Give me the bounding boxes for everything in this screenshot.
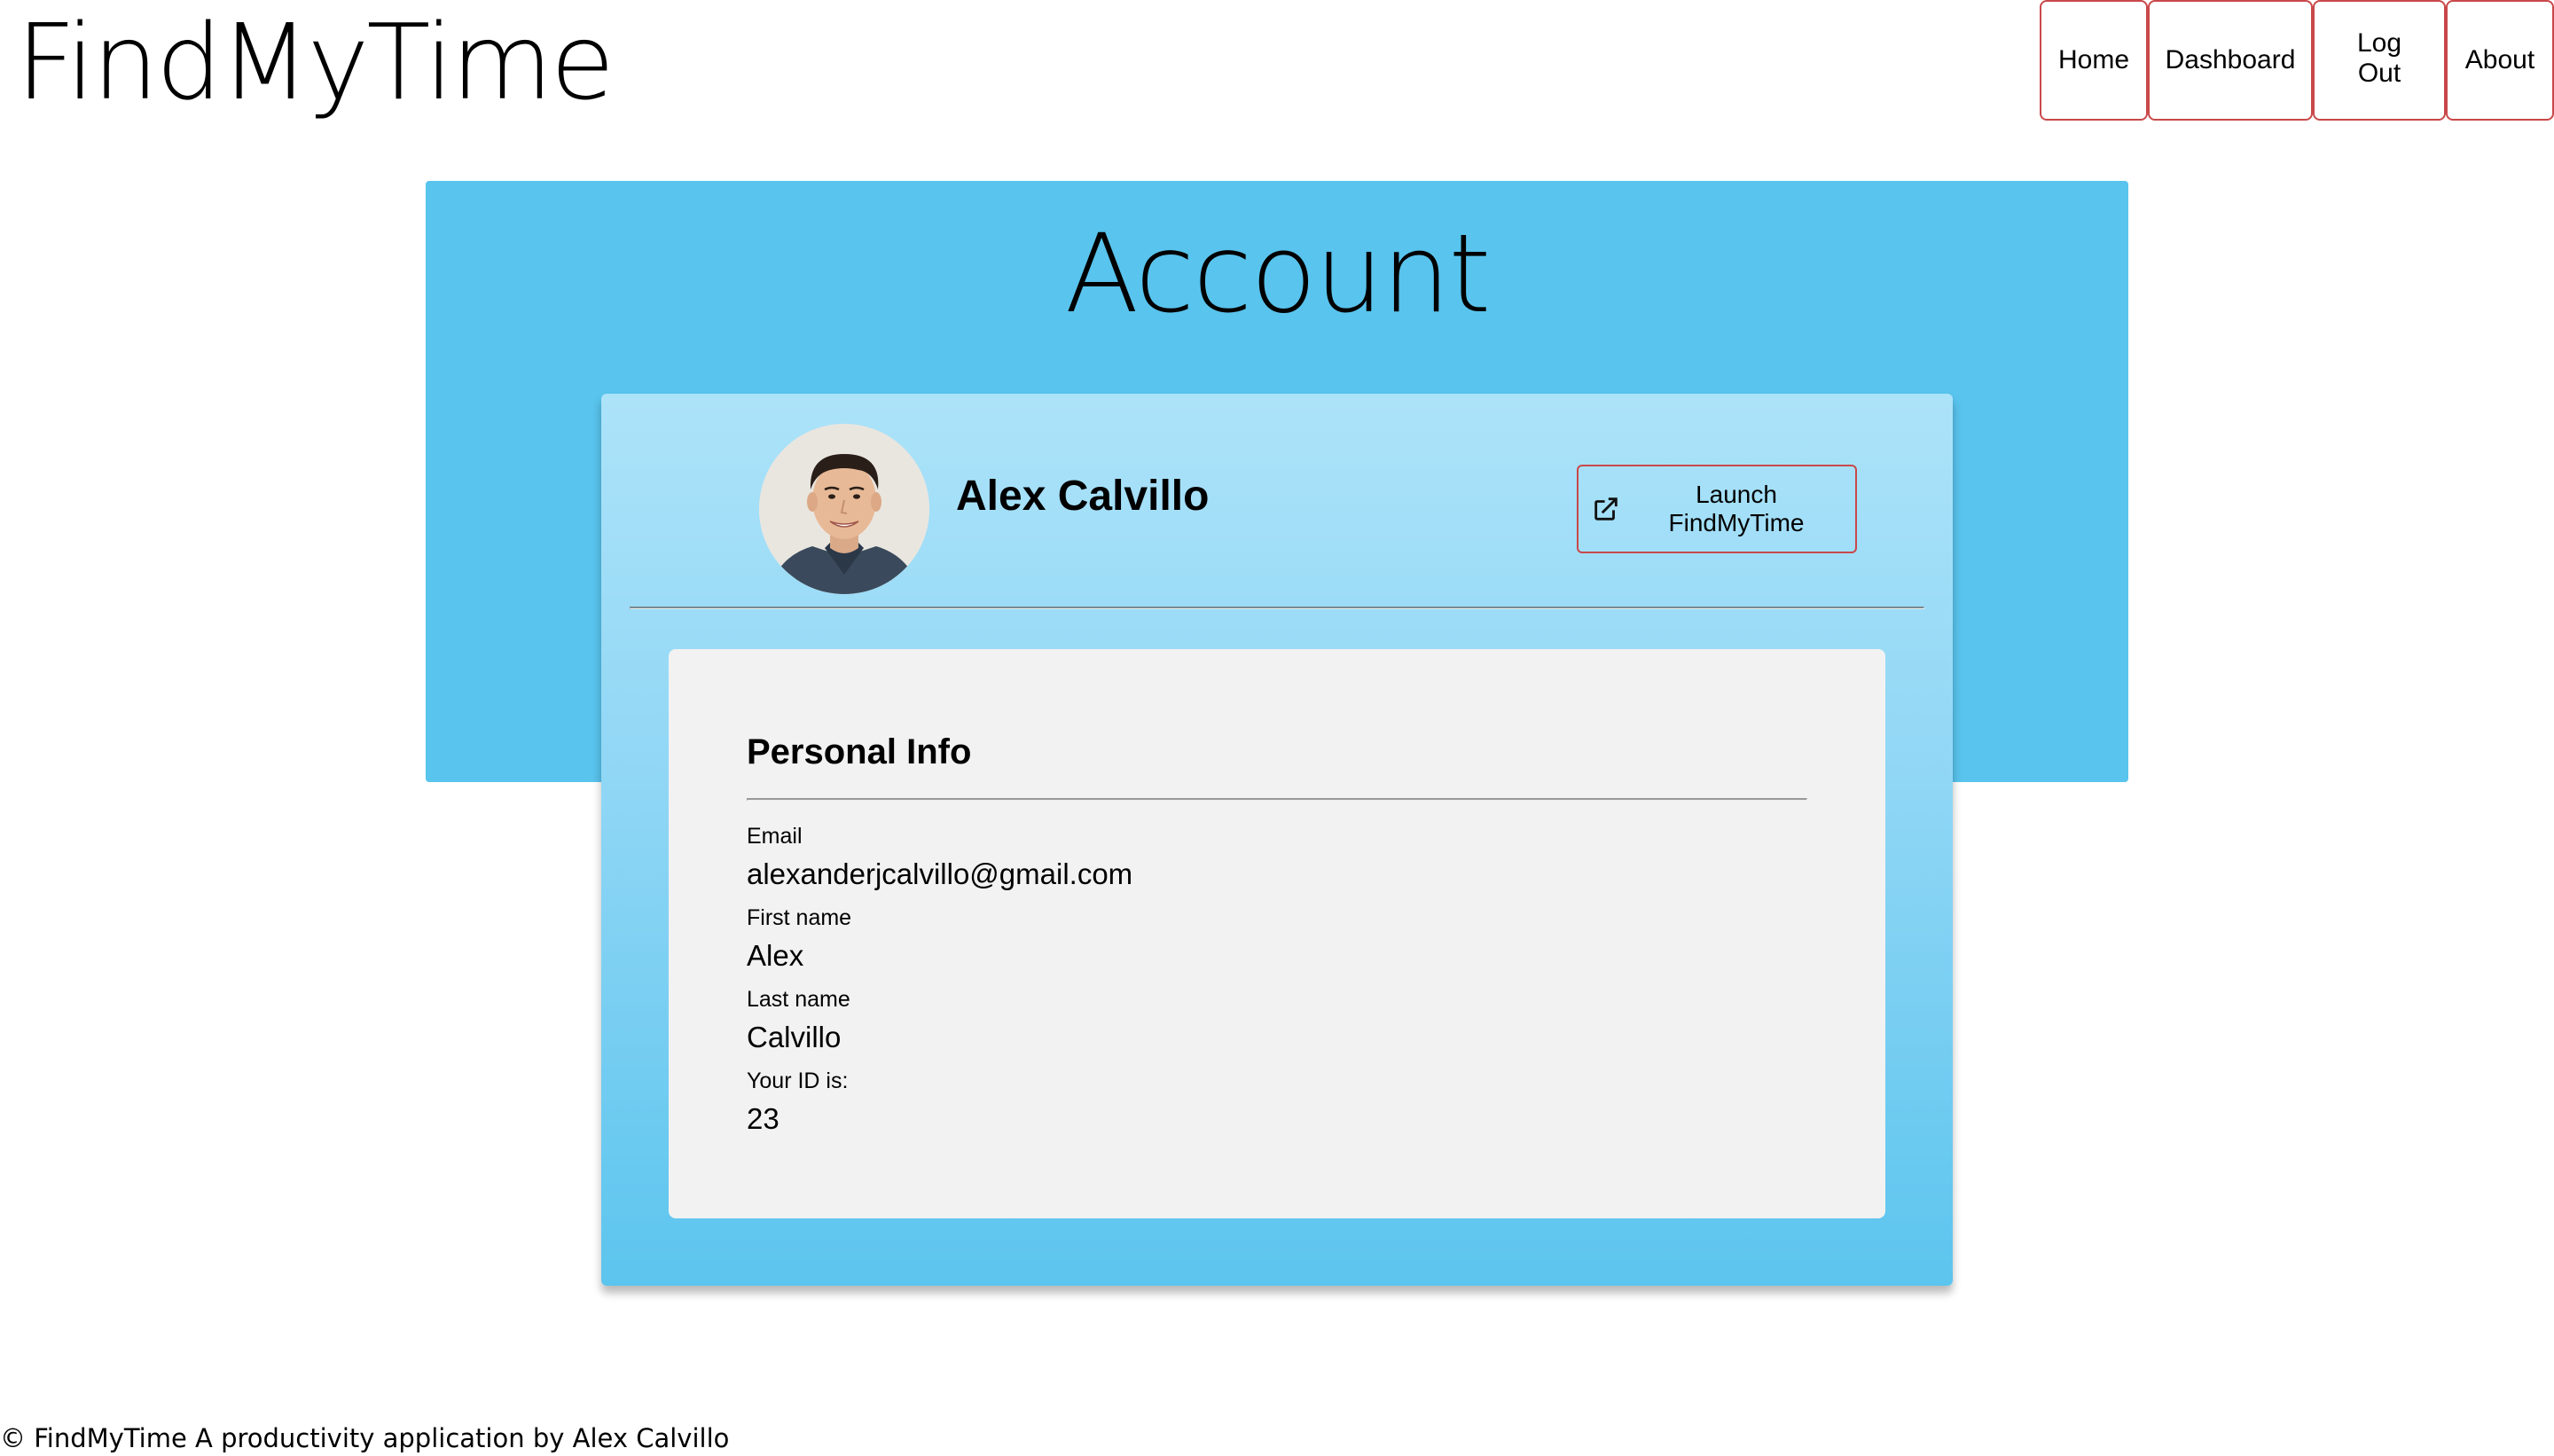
user-id-label: Your ID is:	[747, 1069, 849, 1093]
first-name-value: Alex	[747, 939, 804, 972]
profile-name: Alex Calvillo	[956, 473, 1210, 520]
personal-info-title: Personal Info	[747, 732, 972, 771]
email-value: alexanderjcalvillo@gmail.com	[747, 857, 1133, 890]
nav-about-button[interactable]: About	[2446, 0, 2554, 121]
profile-card: Alex Calvillo Launch FindMyTime Personal…	[601, 394, 1953, 1286]
last-name-label: Last name	[747, 987, 850, 1012]
top-nav: Home Dashboard Log Out About	[2040, 0, 2554, 121]
app-brand-title: FindMyTime	[16, 1, 615, 123]
open-in-new-icon	[1591, 494, 1621, 524]
first-name-label: First name	[747, 905, 852, 930]
user-photo-icon	[759, 424, 929, 594]
email-label: Email	[747, 824, 803, 849]
last-name-value: Calvillo	[747, 1021, 842, 1053]
nav-dashboard-button[interactable]: Dashboard	[2148, 0, 2313, 121]
launch-findmytime-button[interactable]: Launch FindMyTime	[1577, 465, 1857, 553]
personal-info-panel: Personal Info Email alexanderjcalvillo@g…	[669, 649, 1885, 1218]
nav-home-button[interactable]: Home	[2040, 0, 2148, 121]
nav-logout-button[interactable]: Log Out	[2313, 0, 2446, 121]
user-id-value: 23	[747, 1102, 780, 1135]
launch-button-label: Launch FindMyTime	[1668, 481, 1805, 536]
card-divider	[630, 607, 1924, 609]
personal-info-divider	[747, 798, 1807, 801]
footer-copyright: © FindMyTime A productivity application …	[0, 1423, 730, 1453]
page-title: Account	[1064, 211, 1492, 337]
avatar	[759, 424, 929, 594]
